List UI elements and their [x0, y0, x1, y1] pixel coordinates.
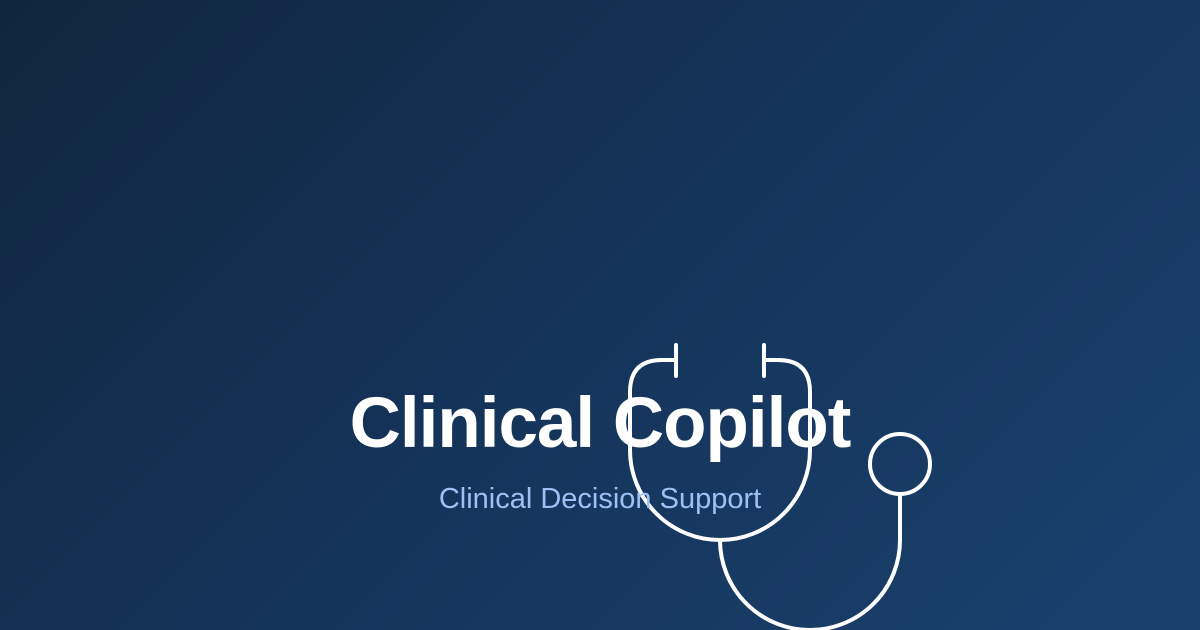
page-subtitle: Clinical Decision Support	[438, 483, 762, 515]
page-title: Clinical Copilot	[349, 384, 852, 463]
hero-banner: Clinical Copilot Clinical Decision Suppo…	[0, 0, 1200, 630]
stethoscope-icon	[628, 343, 932, 630]
